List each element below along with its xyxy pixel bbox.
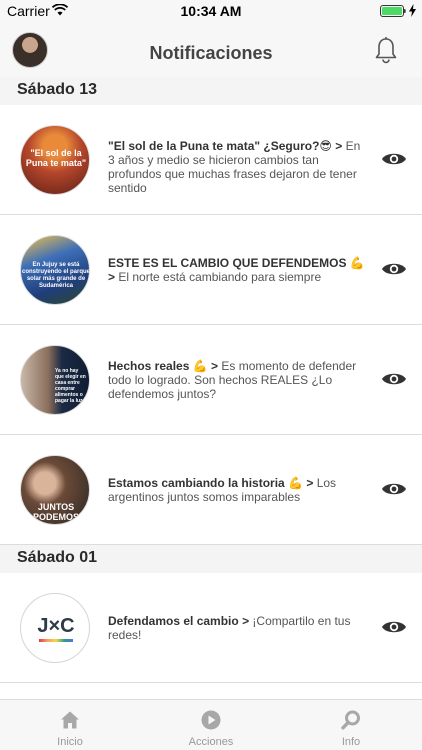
eye-icon[interactable]: [381, 150, 407, 168]
notification-title: ESTE ES EL CAMBIO QUE DEFENDEMOS 💪: [108, 256, 365, 270]
notification-thumbnail: J×C: [20, 593, 90, 663]
notification-title: Defendamos el cambio: [108, 614, 239, 628]
section-date: Sábado 01: [17, 549, 98, 566]
notification-row[interactable]: J×C Defendamos el cambio > ¡Compartilo e…: [0, 573, 422, 683]
notification-text: Defendamos el cambio > ¡Compartilo en tu…: [108, 614, 351, 642]
bell-icon[interactable]: [374, 36, 398, 64]
tab-label: Info: [341, 736, 361, 748]
section-date: Sábado 13: [17, 81, 98, 98]
play-circle-icon: [201, 710, 221, 730]
section-header: Sábado 01: [0, 545, 422, 573]
notification-title: Hechos reales 💪: [108, 359, 208, 373]
thumbnail-caption: J×C: [37, 615, 75, 637]
tab-inicio[interactable]: Inicio: [20, 700, 120, 750]
tab-label: Acciones: [188, 736, 234, 748]
tab-bar: Inicio Acciones Info: [0, 699, 422, 750]
notification-row[interactable]: "El sol de la Puna te mata" "El sol de l…: [0, 105, 422, 215]
notification-thumbnail: JUNTOS PODEMOS: [20, 455, 90, 525]
notification-row[interactable]: En Jujuy se está construyendo el parque …: [0, 215, 422, 325]
status-bar: Carrier 10:34 AM: [0, 0, 422, 22]
notification-text: "El sol de la Puna te mata" ¿Seguro?😎 > …: [108, 139, 361, 195]
search-icon: [341, 710, 360, 730]
notification-text: ESTE ES EL CAMBIO QUE DEFENDEMOS 💪 > El …: [108, 256, 365, 284]
charging-bolt-icon: [409, 4, 416, 17]
battery-icon: [380, 5, 406, 17]
thumbnail-caption: JUNTOS PODEMOS: [32, 502, 79, 522]
tab-label: Inicio: [57, 736, 83, 748]
eye-icon[interactable]: [381, 260, 407, 278]
notification-row[interactable]: Ya no hay que elegir en casa entre compr…: [0, 325, 422, 435]
eye-icon[interactable]: [381, 370, 407, 388]
notification-text: Hechos reales 💪 > Es momento de defender…: [108, 359, 357, 401]
logo-stripe: [39, 639, 73, 642]
eye-icon[interactable]: [381, 480, 407, 498]
notification-row[interactable]: JUNTOS PODEMOS Estamos cambiando la hist…: [0, 435, 422, 545]
notification-text: Estamos cambiando la historia 💪 > Los ar…: [108, 476, 337, 504]
navigation-bar: Notificaciones: [0, 22, 422, 78]
tab-acciones[interactable]: Acciones: [161, 700, 261, 750]
thumbnail-caption: Ya no hay que elegir en casa entre compr…: [55, 368, 86, 404]
notification-thumbnail: En Jujuy se está construyendo el parque …: [20, 235, 90, 305]
notification-body: El norte está cambiando para siempre: [118, 270, 322, 284]
home-icon: [61, 711, 79, 729]
thumbnail-caption: "El sol de la Puna te mata": [25, 148, 87, 168]
eye-icon[interactable]: [381, 618, 407, 636]
notification-thumbnail: Ya no hay que elegir en casa entre compr…: [20, 345, 90, 415]
thumbnail-caption: En Jujuy se está construyendo el parque …: [21, 262, 90, 289]
notification-title: "El sol de la Puna te mata" ¿Seguro?😎: [108, 139, 332, 153]
notification-title: Estamos cambiando la historia 💪: [108, 476, 303, 490]
clock-time: 10:34 AM: [180, 3, 242, 19]
notification-thumbnail: "El sol de la Puna te mata": [20, 125, 90, 195]
tab-info[interactable]: Info: [301, 700, 401, 750]
page-title: Notificaciones: [149, 43, 273, 63]
section-header: Sábado 13: [0, 77, 422, 105]
